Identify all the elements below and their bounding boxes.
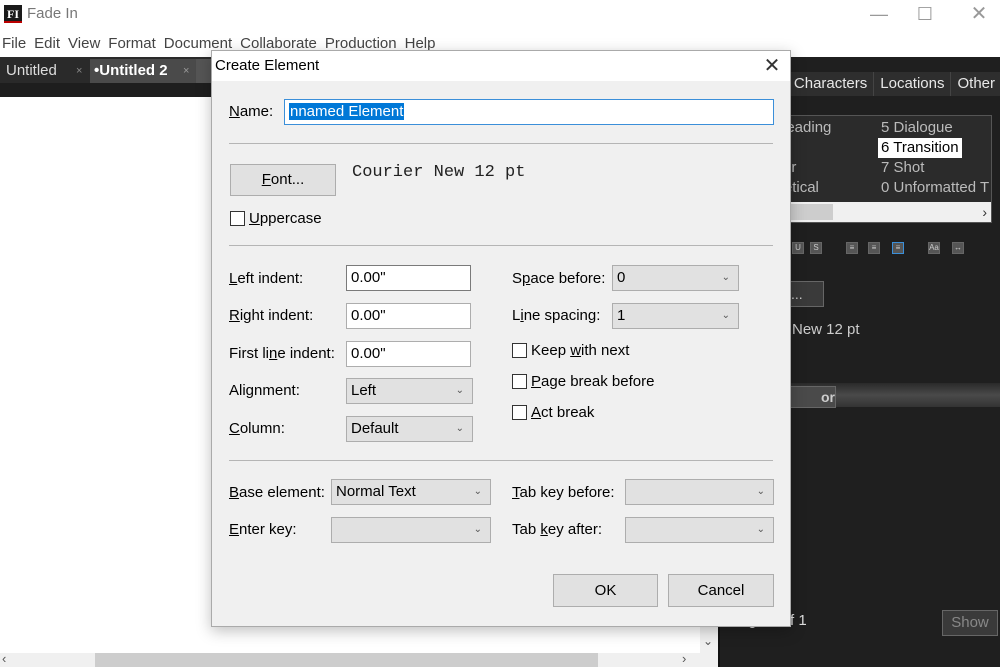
strikethrough-icon[interactable]: S xyxy=(810,242,822,254)
chevron-down-icon: ⌄ xyxy=(721,310,730,321)
act-break-label: Act break xyxy=(531,404,595,421)
tab-key-before-label: Tab key before: xyxy=(512,484,615,501)
tab-locations[interactable]: Locations xyxy=(874,72,952,96)
column-select[interactable]: Default ⌄ xyxy=(346,416,473,442)
minimize-button[interactable]: — xyxy=(856,0,902,30)
base-element-label: Base element: xyxy=(229,484,325,501)
horizontal-scrollbar[interactable]: ‹ › xyxy=(0,651,718,667)
cancel-button[interactable]: Cancel xyxy=(668,574,774,607)
tab-key-after-label: Tab key after: xyxy=(512,521,603,538)
space-before-label: Space before: xyxy=(512,270,606,287)
chevron-down-icon: ⌄ xyxy=(455,423,464,434)
line-spacing-select[interactable]: 1 ⌄ xyxy=(612,303,739,329)
elements-list: e Heading n acter nthetical 5 Dialogue 6… xyxy=(760,115,992,223)
close-tab-icon[interactable]: × xyxy=(76,59,82,83)
name-field[interactable]: nnamed Element xyxy=(284,99,774,125)
tab-untitled[interactable]: Untitled × xyxy=(0,59,90,83)
keep-with-next-checkbox[interactable] xyxy=(512,343,527,358)
tab-key-after-select[interactable]: ⌄ xyxy=(625,517,774,543)
alignment-label: Alignment: xyxy=(229,382,300,399)
element-dialogue[interactable]: 5 Dialogue xyxy=(881,118,953,138)
ok-button[interactable]: OK xyxy=(553,574,658,607)
column-label: Column: xyxy=(229,420,285,437)
left-indent-label: Left indent: xyxy=(229,270,304,287)
chevron-down-icon: ⌄ xyxy=(721,272,730,283)
close-tab-icon[interactable]: × xyxy=(183,59,189,83)
menu-view[interactable]: View xyxy=(65,33,103,55)
first-line-indent-field[interactable]: 0.00" xyxy=(346,341,471,367)
chevron-down-icon: ⌄ xyxy=(473,524,482,535)
tab-label: Untitled xyxy=(6,62,57,79)
scroll-right-icon[interactable]: › xyxy=(682,651,686,666)
enter-key-select[interactable]: ⌄ xyxy=(331,517,491,543)
first-line-indent-label: First line indent: xyxy=(229,345,335,362)
menu-file[interactable]: File xyxy=(0,33,29,55)
chevron-down-icon: ⌄ xyxy=(455,385,464,396)
close-icon[interactable]: ✕ xyxy=(760,53,784,79)
right-indent-label: Right indent: xyxy=(229,307,314,324)
page-break-before-checkbox[interactable] xyxy=(512,374,527,389)
chevron-down-icon: ⌄ xyxy=(756,524,765,535)
space-before-select[interactable]: 0 ⌄ xyxy=(612,265,739,291)
act-break-checkbox[interactable] xyxy=(512,405,527,420)
element-shot[interactable]: 7 Shot xyxy=(881,158,924,178)
uppercase-label: Uppercase xyxy=(249,210,322,227)
dialog-titlebar: Create Element ✕ xyxy=(212,51,790,81)
width-icon[interactable]: ↔ xyxy=(952,242,964,254)
alignment-select[interactable]: Left ⌄ xyxy=(346,378,473,404)
elements-scrollbar[interactable]: › xyxy=(761,202,991,222)
close-window-button[interactable]: ✕ xyxy=(956,0,1000,30)
page-break-before-label: Page break before xyxy=(531,373,655,390)
window-titlebar: FI Fade In — ☐ ✕ xyxy=(0,0,1000,30)
scroll-down-icon[interactable]: ⌄ xyxy=(700,630,716,652)
create-element-dialog: Create Element ✕ Name: nnamed Element Fo… xyxy=(211,50,791,627)
divider xyxy=(229,245,773,246)
app-logo-icon: FI xyxy=(4,5,22,23)
align-left-icon[interactable]: ≡ xyxy=(846,242,858,254)
keep-with-next-label: Keep with next xyxy=(531,342,630,359)
base-element-select[interactable]: Normal Text ⌄ xyxy=(331,479,491,505)
element-unformatted[interactable]: 0 Unformatted T xyxy=(881,178,989,198)
tab-characters[interactable]: Characters xyxy=(788,72,875,96)
window-title: Fade In xyxy=(27,5,78,22)
line-spacing-label: Line spacing: xyxy=(512,307,601,324)
tab-other[interactable]: Other xyxy=(951,72,1000,96)
scroll-right-icon[interactable]: › xyxy=(982,202,987,222)
chevron-down-icon: ⌄ xyxy=(473,486,482,497)
uppercase-checkbox[interactable] xyxy=(230,211,245,226)
right-indent-field[interactable]: 0.00" xyxy=(346,303,471,329)
divider xyxy=(229,143,773,144)
dialog-title: Create Element xyxy=(215,57,320,74)
tab-key-before-select[interactable]: ⌄ xyxy=(625,479,774,505)
align-right-icon[interactable]: ≡ xyxy=(892,242,904,254)
panel-font-label: New 12 pt xyxy=(792,321,860,338)
name-label: Name: xyxy=(229,103,274,120)
scrollbar-thumb[interactable] xyxy=(95,653,598,667)
menu-edit[interactable]: Edit xyxy=(31,33,63,55)
scroll-left-icon[interactable]: ‹ xyxy=(2,651,6,666)
tab-label: •Untitled 2 xyxy=(94,62,168,79)
chevron-down-icon: ⌄ xyxy=(756,486,765,497)
divider xyxy=(229,460,773,461)
fade-in-app: FI Fade In — ☐ ✕ File Edit View Format D… xyxy=(0,0,1000,667)
left-indent-field[interactable]: 0.00" xyxy=(346,265,471,291)
font-display: Courier New 12 pt xyxy=(352,163,526,182)
font-button[interactable]: Font... xyxy=(230,164,336,196)
tab-untitled-2[interactable]: •Untitled 2 × xyxy=(90,59,196,83)
enter-key-label: Enter key: xyxy=(229,521,297,538)
align-center-icon[interactable]: ≡ xyxy=(868,242,880,254)
element-transition[interactable]: 6 Transition xyxy=(878,138,962,158)
maximize-button[interactable]: ☐ xyxy=(902,0,948,30)
underline-icon[interactable]: U xyxy=(792,242,804,254)
case-icon[interactable]: Aa xyxy=(928,242,940,254)
menu-format[interactable]: Format xyxy=(105,33,159,55)
show-button[interactable]: Show xyxy=(942,610,998,636)
